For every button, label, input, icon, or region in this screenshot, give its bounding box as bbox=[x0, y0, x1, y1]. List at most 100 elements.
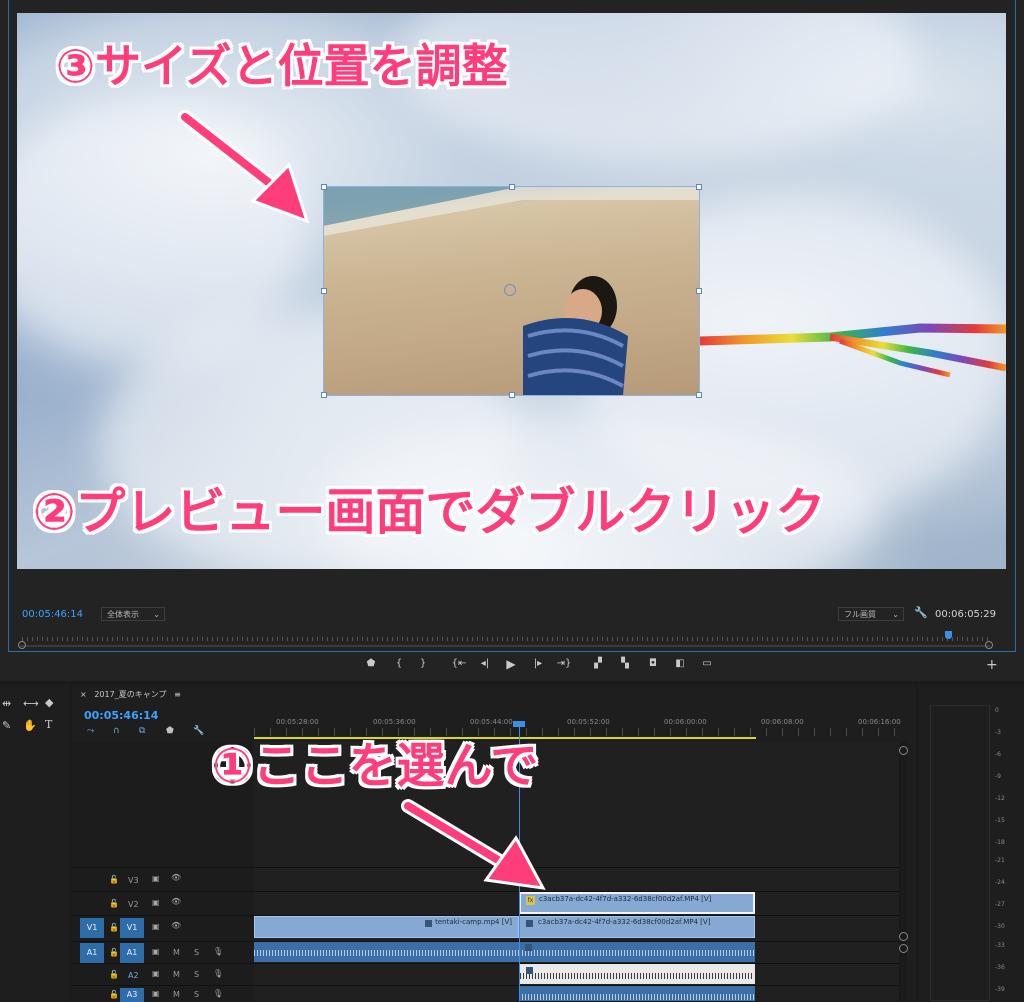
playback-quality-select[interactable]: フル画質 ⌄ bbox=[838, 607, 904, 621]
razor-tool-icon[interactable]: ◆ bbox=[45, 696, 53, 709]
eye-icon[interactable]: 👁 bbox=[171, 873, 181, 882]
resize-handle[interactable] bbox=[509, 184, 515, 190]
audio-clip-a1[interactable] bbox=[519, 942, 755, 962]
add-marker-icon[interactable]: ⬟ bbox=[166, 726, 174, 736]
resize-handle[interactable] bbox=[696, 184, 702, 190]
timeline-timecode[interactable]: 00:05:46:14 bbox=[84, 709, 158, 722]
track-target-v1[interactable]: V1 bbox=[120, 918, 144, 938]
scroll-handle[interactable] bbox=[899, 746, 908, 755]
settings-wrench-icon[interactable]: 🔧 bbox=[914, 606, 928, 619]
source-patch-a1[interactable]: A1 bbox=[80, 943, 104, 963]
clip-thumbnail-icon bbox=[425, 920, 432, 927]
lock-icon[interactable]: 🔓 bbox=[109, 990, 119, 999]
lock-icon[interactable]: 🔓 bbox=[109, 875, 119, 884]
go-to-in-icon[interactable]: {⇤ bbox=[451, 657, 467, 671]
lock-icon[interactable]: 🔓 bbox=[109, 899, 119, 908]
extract-icon[interactable]: ▚ bbox=[617, 657, 633, 671]
safe-margins-icon[interactable]: ▭ bbox=[699, 657, 715, 671]
mute-button[interactable]: M bbox=[173, 990, 180, 999]
export-frame-icon[interactable]: ◘ bbox=[645, 657, 661, 671]
slip-tool-icon[interactable]: ⟷ bbox=[23, 697, 39, 710]
menu-icon[interactable]: ≡ bbox=[174, 690, 181, 699]
type-tool-icon[interactable]: T bbox=[45, 718, 52, 731]
mark-in-icon[interactable]: { bbox=[391, 657, 407, 671]
mute-button[interactable]: M bbox=[173, 970, 180, 979]
meter-label: -18 bbox=[995, 839, 1005, 846]
solo-button[interactable]: S bbox=[194, 990, 199, 999]
ruler-label: 00:05:36:00 bbox=[373, 718, 416, 726]
sync-lock-icon[interactable]: ▣ bbox=[152, 969, 160, 978]
step-forward-icon[interactable]: |▸ bbox=[530, 657, 546, 671]
meter-label: -24 bbox=[995, 879, 1005, 886]
comparison-view-icon[interactable]: ◧ bbox=[672, 657, 688, 671]
audio-clip-a2-selected[interactable] bbox=[519, 964, 755, 984]
resize-handle[interactable] bbox=[696, 288, 702, 294]
anchor-point-icon[interactable] bbox=[504, 284, 516, 296]
clip-v2-selected[interactable]: fx c3acb37a-dc42-4f7d-a332-6d38cf00d2af.… bbox=[519, 892, 755, 914]
meter-label: -39 bbox=[995, 986, 1005, 993]
pen-tool-icon[interactable]: ✎ bbox=[2, 719, 11, 732]
microphone-icon[interactable]: 🎙 bbox=[213, 969, 223, 978]
source-patch-v1[interactable]: V1 bbox=[80, 918, 104, 938]
eye-icon[interactable]: 👁 bbox=[171, 921, 181, 930]
clip-v1-c3acb37a[interactable]: c3acb37a-dc42-4f7d-a332-6d38cf00d2af.MP4… bbox=[519, 916, 755, 938]
ripple-edit-tool-icon[interactable]: ⇹ bbox=[2, 697, 11, 710]
mark-out-icon[interactable]: } bbox=[415, 657, 431, 671]
meter-label: -30 bbox=[995, 923, 1005, 930]
scroll-handle[interactable] bbox=[899, 932, 908, 941]
zoom-scroll-bar[interactable] bbox=[20, 645, 990, 647]
timeline-settings-icon[interactable]: 🔧 bbox=[193, 726, 204, 736]
clip-v1-tentaki[interactable]: tentaki-camp.mp4 [V] bbox=[254, 916, 519, 938]
zoom-fit-select[interactable]: 全体表示 ⌄ bbox=[101, 607, 165, 621]
nest-toggle-icon[interactable]: ⤳ bbox=[87, 726, 94, 736]
audio-clip-a3[interactable] bbox=[519, 986, 755, 1001]
resize-handle[interactable] bbox=[696, 392, 702, 398]
button-editor-add-icon[interactable]: + bbox=[986, 657, 998, 673]
audio-clip-a1[interactable] bbox=[254, 942, 519, 962]
lift-icon[interactable]: ▞ bbox=[590, 657, 606, 671]
meter-label: -21 bbox=[995, 857, 1005, 864]
microphone-icon[interactable]: 🎙 bbox=[213, 989, 223, 998]
sync-lock-icon[interactable]: ▣ bbox=[152, 947, 160, 956]
microphone-icon[interactable]: 🎙 bbox=[213, 947, 223, 956]
scroll-handle-right[interactable] bbox=[985, 641, 993, 649]
sequence-tab[interactable]: × 2017_夏のキャンプ ≡ bbox=[80, 689, 181, 700]
lock-icon[interactable]: 🔓 bbox=[109, 923, 119, 932]
resize-handle[interactable] bbox=[321, 288, 327, 294]
vertical-scrollbar[interactable] bbox=[899, 742, 907, 1001]
add-marker-icon[interactable]: ⬟ bbox=[363, 657, 379, 671]
sync-lock-icon[interactable]: ▣ bbox=[152, 989, 160, 998]
resize-handle[interactable] bbox=[321, 392, 327, 398]
linked-selection-icon[interactable]: ⧉ bbox=[139, 726, 145, 736]
scroll-handle[interactable] bbox=[899, 944, 908, 953]
close-icon[interactable]: × bbox=[80, 690, 87, 699]
snap-icon[interactable]: ∩ bbox=[113, 726, 120, 736]
eye-icon[interactable]: 👁 bbox=[171, 897, 181, 906]
step-back-icon[interactable]: ◂| bbox=[477, 657, 493, 671]
playhead-timecode[interactable]: 00:05:46:14 bbox=[22, 609, 83, 620]
sync-lock-icon[interactable]: ▣ bbox=[152, 874, 160, 883]
clip-thumbnail-icon bbox=[525, 944, 532, 951]
go-to-out-icon[interactable]: ⇥} bbox=[556, 657, 572, 671]
play-icon[interactable]: ▶ bbox=[503, 657, 519, 671]
meter-label: 0 bbox=[995, 707, 999, 714]
monitor-playhead[interactable] bbox=[945, 631, 952, 639]
mute-button[interactable]: M bbox=[173, 948, 180, 957]
sync-lock-icon[interactable]: ▣ bbox=[152, 922, 160, 931]
solo-button[interactable]: S bbox=[194, 948, 199, 957]
solo-button[interactable]: S bbox=[194, 970, 199, 979]
resize-handle[interactable] bbox=[509, 392, 515, 398]
meter-label: -27 bbox=[995, 901, 1005, 908]
ruler-label: 00:05:52:00 bbox=[567, 718, 610, 726]
track-target-a3[interactable]: A3 bbox=[120, 988, 144, 1002]
lock-icon[interactable]: 🔓 bbox=[109, 970, 119, 979]
track-target-a1[interactable]: A1 bbox=[120, 943, 144, 963]
clip-thumbnail-icon bbox=[526, 920, 533, 927]
scroll-handle-left[interactable] bbox=[18, 641, 26, 649]
sync-lock-icon[interactable]: ▣ bbox=[152, 898, 160, 907]
resize-handle[interactable] bbox=[321, 184, 327, 190]
lock-icon[interactable]: 🔓 bbox=[109, 948, 119, 957]
hand-tool-icon[interactable]: ✋ bbox=[23, 719, 37, 732]
ruler-label: 00:05:44:00 bbox=[470, 718, 513, 726]
monitor-time-ruler[interactable] bbox=[22, 629, 988, 641]
